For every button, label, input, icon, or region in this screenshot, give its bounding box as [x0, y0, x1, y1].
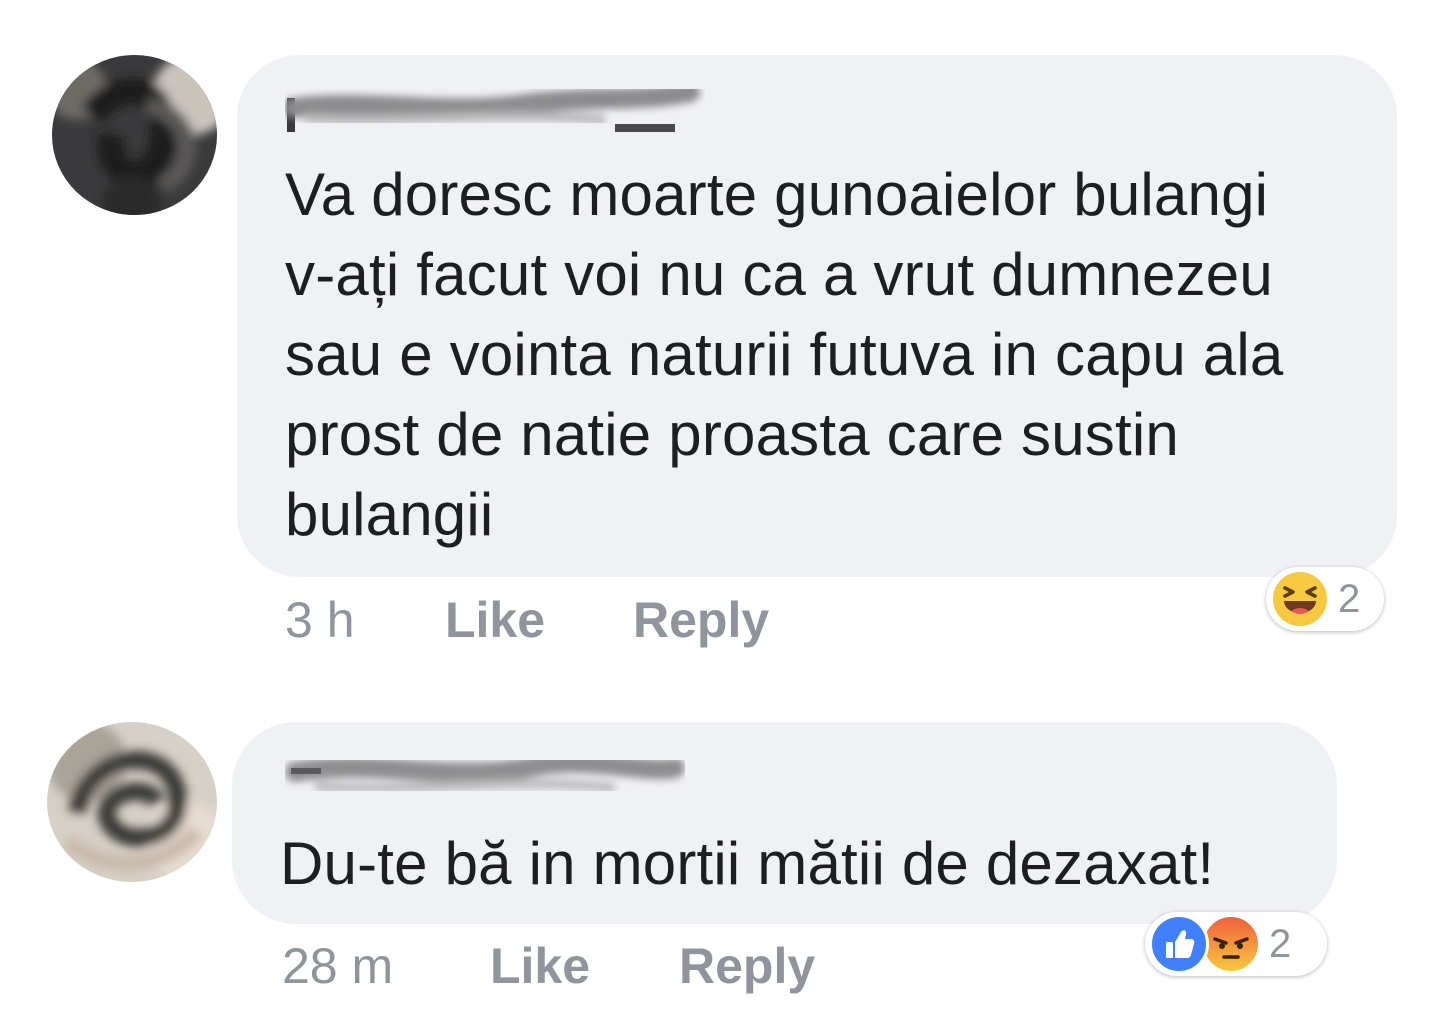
- haha-icon: [1270, 569, 1330, 629]
- avatar[interactable]: [52, 55, 217, 215]
- comment-text: Va doresc moarte gunoaielor bulangi v-aț…: [285, 161, 1284, 548]
- author-name[interactable]: [283, 80, 705, 140]
- reply-button[interactable]: Reply: [633, 590, 769, 650]
- reactions-summary[interactable]: 2: [1145, 912, 1327, 976]
- author-name[interactable]: [285, 744, 685, 804]
- reaction-count: 2: [1269, 921, 1292, 966]
- comment-text: Du-te bă in mortii mătii de dezaxat!: [280, 830, 1215, 897]
- like-button[interactable]: Like: [490, 936, 590, 996]
- comment-timestamp[interactable]: 3 h: [285, 590, 355, 650]
- reply-button[interactable]: Reply: [679, 936, 815, 996]
- angry-icon: [1201, 914, 1261, 974]
- like-icon: [1149, 914, 1209, 974]
- reactions-summary[interactable]: 2: [1266, 567, 1384, 631]
- reaction-count: 2: [1338, 576, 1361, 621]
- comment-timestamp[interactable]: 28 m: [282, 936, 393, 996]
- avatar[interactable]: [47, 722, 217, 882]
- like-button[interactable]: Like: [445, 590, 545, 650]
